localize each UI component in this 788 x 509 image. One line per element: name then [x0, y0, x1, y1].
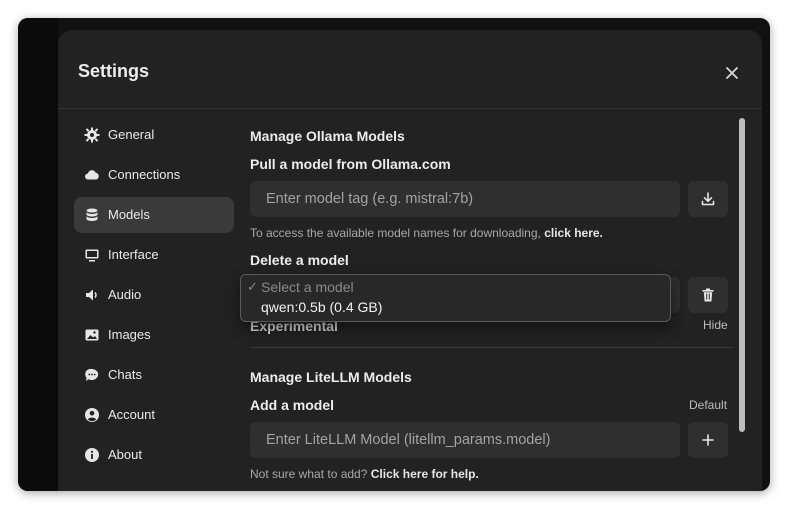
chat-bubble-icon — [85, 368, 99, 381]
add-model-button[interactable] — [688, 422, 728, 458]
sidebar-item-chats[interactable]: Chats — [74, 357, 234, 393]
litellm-help-link[interactable]: Click here for help. — [371, 467, 479, 481]
download-hint-link[interactable]: click here. — [544, 226, 603, 240]
sidebar-item-audio[interactable]: Audio — [74, 277, 234, 313]
check-icon: ✓ — [247, 279, 258, 294]
sidebar-item-label: Models — [108, 207, 150, 222]
header-divider — [58, 108, 762, 109]
user-circle-icon — [85, 408, 99, 422]
sidebar-item-connections[interactable]: Connections — [74, 157, 234, 193]
sidebar-item-label: Interface — [108, 247, 159, 262]
model-tag-input[interactable] — [250, 181, 680, 217]
model-select-dropdown: ✓ Select a model qwen:0.5b (0.4 GB) — [240, 274, 671, 322]
sidebar-item-label: Account — [108, 407, 155, 422]
model-option[interactable]: qwen:0.5b (0.4 GB) — [261, 299, 382, 315]
sidebar-item-models[interactable]: Models — [74, 197, 234, 233]
modal-title: Settings — [78, 61, 150, 81]
app-window: Settings General Connections Models Inte… — [18, 18, 770, 491]
sidebar-item-images[interactable]: Images — [74, 317, 234, 353]
pull-model-button[interactable] — [688, 181, 728, 217]
delete-model-title: Delete a model — [250, 252, 349, 268]
image-icon — [85, 329, 99, 341]
sidebar-item-general[interactable]: General — [74, 117, 234, 153]
monitor-icon — [85, 249, 99, 262]
close-button[interactable] — [722, 63, 742, 83]
litellm-model-input[interactable] — [250, 422, 680, 458]
sidebar-item-about[interactable]: About — [74, 437, 234, 473]
litellm-help-hint: Not sure what to add? Click here for hel… — [250, 467, 479, 481]
info-icon — [85, 448, 99, 462]
settings-modal: Settings General Connections Models Inte… — [58, 30, 762, 491]
sidebar-item-account[interactable]: Account — [74, 397, 234, 433]
sidebar-item-label: General — [108, 127, 155, 142]
sidebar-item-label: Chats — [108, 367, 142, 382]
select-placeholder-option[interactable]: Select a model — [261, 279, 354, 295]
litellm-section-title: Manage LiteLLM Models — [250, 369, 412, 385]
sidebar-item-interface[interactable]: Interface — [74, 237, 234, 273]
sidebar-item-label: Audio — [108, 287, 142, 302]
download-icon — [701, 192, 715, 206]
delete-model-button[interactable] — [688, 277, 728, 313]
app-backdrop — [18, 18, 58, 491]
section-divider — [250, 347, 734, 348]
close-icon — [726, 67, 738, 79]
pull-model-title: Pull a model from Ollama.com — [250, 156, 451, 172]
database-icon — [86, 208, 98, 221]
experimental-toggle[interactable]: Hide — [703, 318, 728, 332]
sidebar-item-label: Connections — [108, 167, 181, 182]
sidebar-item-label: About — [108, 447, 142, 462]
add-model-mode-toggle[interactable]: Default — [689, 398, 727, 412]
content-scrollbar[interactable] — [739, 118, 745, 432]
ollama-section-title: Manage Ollama Models — [250, 128, 405, 144]
plus-icon — [702, 434, 714, 446]
download-hint: To access the available model names for … — [250, 226, 603, 240]
cloud-icon — [85, 170, 99, 180]
gear-icon — [84, 127, 100, 143]
trash-icon — [702, 288, 714, 302]
download-hint-text: To access the available model names for … — [250, 226, 541, 240]
speaker-icon — [86, 289, 97, 301]
add-model-title: Add a model — [250, 397, 335, 413]
sidebar-item-label: Images — [108, 327, 151, 342]
litellm-help-text: Not sure what to add? — [250, 467, 368, 481]
